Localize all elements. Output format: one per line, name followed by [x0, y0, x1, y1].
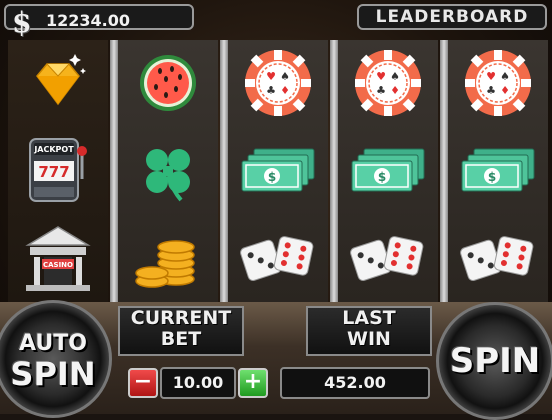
auto-spin-label-line1: AUTO — [19, 331, 87, 356]
svg-text:♣: ♣ — [376, 84, 386, 97]
svg-text:♥: ♥ — [376, 70, 386, 83]
last-win-line1: LAST — [342, 307, 396, 329]
reel-divider — [440, 40, 448, 302]
reel-1: JACKPOT 777 CASINO — [8, 40, 108, 302]
reel-divider — [330, 40, 338, 302]
svg-text:♠: ♠ — [280, 70, 290, 83]
clover-icon — [118, 128, 218, 214]
svg-text:$: $ — [268, 170, 276, 184]
jackpot-label: JACKPOT — [33, 145, 74, 154]
last-win-label: LAST WIN — [306, 306, 432, 356]
dice-icon — [228, 216, 328, 302]
svg-text:♣: ♣ — [486, 84, 496, 97]
diamond-icon — [8, 40, 108, 126]
svg-text:♠: ♠ — [390, 70, 400, 83]
cash-stack-icon: $ — [338, 128, 438, 214]
svg-text:$: $ — [488, 170, 496, 184]
poker-chip-icon: ♥ ♠ ♣ ♦ — [338, 40, 438, 126]
spin-label: SPIN — [449, 341, 541, 381]
svg-text:$: $ — [378, 170, 386, 184]
svg-text:♦: ♦ — [500, 84, 510, 97]
decrease-bet-button[interactable]: − — [128, 368, 158, 398]
svg-text:♥: ♥ — [486, 70, 496, 83]
spin-button[interactable]: SPIN — [436, 302, 552, 420]
poker-chip-icon: ♥ ♠ ♣ ♦ — [448, 40, 548, 126]
balance-display: $ 12234.00 — [4, 4, 194, 39]
poker-chip-icon: ♥ ♠ ♣ ♦ — [228, 40, 328, 126]
leaderboard-button[interactable]: LEADERBOARD — [357, 4, 547, 30]
cash-stack-icon: $ — [448, 128, 548, 214]
jackpot-slot-machine-icon: JACKPOT 777 — [8, 128, 108, 214]
svg-text:♥: ♥ — [266, 70, 276, 83]
svg-text:♠: ♠ — [500, 70, 510, 83]
bet-value-display: 10.00 — [160, 367, 236, 399]
svg-text:♦: ♦ — [280, 84, 290, 97]
reel-3: ♥ ♠ ♣ ♦ $ — [228, 40, 328, 302]
current-bet-line1: CURRENT — [130, 307, 232, 329]
slot-digits: 777 — [38, 163, 69, 181]
casino-building-icon: CASINO — [8, 216, 108, 302]
svg-text:♣: ♣ — [266, 84, 276, 97]
reel-2 — [118, 40, 218, 302]
reel-4: ♥ ♠ ♣ ♦ $ — [338, 40, 438, 302]
last-win-line2: WIN — [347, 328, 391, 350]
watermelon-icon — [118, 40, 218, 126]
dollar-icon: $ — [12, 6, 32, 39]
increase-bet-button[interactable]: + — [238, 368, 268, 398]
cash-stack-icon: $ — [228, 128, 328, 214]
current-bet-label: CURRENT BET — [118, 306, 244, 356]
reel-divider — [220, 40, 228, 302]
current-bet-line2: BET — [160, 328, 202, 350]
gold-coins-icon — [118, 216, 218, 302]
dice-icon — [448, 216, 548, 302]
balance-value: 12234.00 — [46, 11, 131, 30]
auto-spin-label-line2: SPIN — [10, 355, 96, 393]
reel-5: ♥ ♠ ♣ ♦ $ — [448, 40, 548, 302]
svg-text:♦: ♦ — [390, 84, 400, 97]
reel-divider — [110, 40, 118, 302]
last-win-value-display: 452.00 — [280, 367, 430, 399]
dice-icon — [338, 216, 438, 302]
casino-label: CASINO — [43, 261, 73, 269]
